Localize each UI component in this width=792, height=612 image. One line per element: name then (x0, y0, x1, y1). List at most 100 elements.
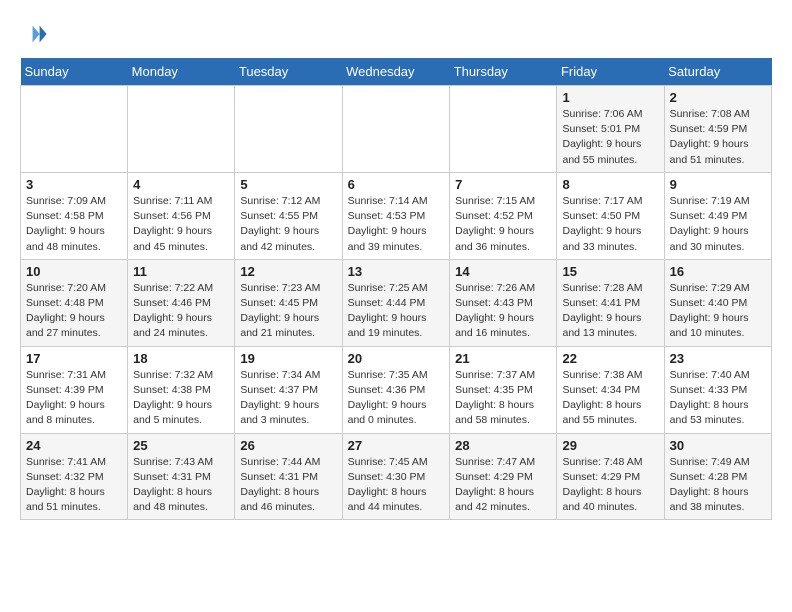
day-info: Sunrise: 7:35 AM Sunset: 4:36 PM Dayligh… (348, 368, 445, 429)
day-info: Sunrise: 7:40 AM Sunset: 4:33 PM Dayligh… (670, 368, 766, 429)
day-info: Sunrise: 7:19 AM Sunset: 4:49 PM Dayligh… (670, 194, 766, 255)
day-number: 26 (240, 438, 336, 453)
day-info: Sunrise: 7:34 AM Sunset: 4:37 PM Dayligh… (240, 368, 336, 429)
day-info: Sunrise: 7:49 AM Sunset: 4:28 PM Dayligh… (670, 455, 766, 516)
day-number: 2 (670, 90, 766, 105)
calendar-body: 1 Sunrise: 7:06 AM Sunset: 5:01 PM Daylig… (21, 86, 772, 520)
day-cell: 12Sunrise: 7:23 AM Sunset: 4:45 PM Dayli… (235, 259, 342, 346)
day-header-tuesday: Tuesday (235, 58, 342, 86)
day-info: Sunrise: 7:11 AM Sunset: 4:56 PM Dayligh… (133, 194, 229, 255)
day-number: 17 (26, 351, 122, 366)
day-info: Sunrise: 7:17 AM Sunset: 4:50 PM Dayligh… (562, 194, 658, 255)
day-cell: 2 Sunrise: 7:08 AM Sunset: 4:59 PM Daylig… (664, 86, 771, 173)
day-number: 3 (26, 177, 122, 192)
day-cell: 19 Sunrise: 7:34 AM Sunset: 4:37 PM Dayli… (235, 346, 342, 433)
day-cell: 8 Sunrise: 7:17 AM Sunset: 4:50 PM Daylig… (557, 172, 664, 259)
day-info: Sunrise: 7:31 AM Sunset: 4:39 PM Dayligh… (26, 368, 122, 429)
day-cell: 21 Sunrise: 7:37 AM Sunset: 4:35 PM Dayli… (450, 346, 557, 433)
day-number: 29 (562, 438, 658, 453)
day-info: Sunrise: 7:43 AM Sunset: 4:31 PM Dayligh… (133, 455, 229, 516)
day-info: Sunrise: 7:38 AM Sunset: 4:34 PM Dayligh… (562, 368, 658, 429)
day-number: 10 (26, 264, 122, 279)
day-cell: 25 Sunrise: 7:43 AM Sunset: 4:31 PM Dayli… (128, 433, 235, 520)
day-cell (235, 86, 342, 173)
day-info: Sunrise: 7:15 AM Sunset: 4:52 PM Dayligh… (455, 194, 551, 255)
day-cell: 23 Sunrise: 7:40 AM Sunset: 4:33 PM Dayli… (664, 346, 771, 433)
day-cell: 1 Sunrise: 7:06 AM Sunset: 5:01 PM Daylig… (557, 86, 664, 173)
day-info: Sunrise: 7:25 AM Sunset: 4:44 PM Dayligh… (348, 281, 445, 342)
week-row-2: 10 Sunrise: 7:20 AM Sunset: 4:48 PM Dayli… (21, 259, 772, 346)
day-header-thursday: Thursday (450, 58, 557, 86)
day-cell: 5 Sunrise: 7:12 AM Sunset: 4:55 PM Daylig… (235, 172, 342, 259)
day-info: Sunrise: 7:09 AM Sunset: 4:58 PM Dayligh… (26, 194, 122, 255)
day-info: Sunrise: 7:44 AM Sunset: 4:31 PM Dayligh… (240, 455, 336, 516)
day-header-sunday: Sunday (21, 58, 128, 86)
day-number: 19 (240, 351, 336, 366)
day-info: Sunrise: 7:12 AM Sunset: 4:55 PM Dayligh… (240, 194, 336, 255)
header (20, 20, 772, 48)
day-info: Sunrise: 7:22 AM Sunset: 4:46 PM Dayligh… (133, 281, 229, 342)
day-cell: 22 Sunrise: 7:38 AM Sunset: 4:34 PM Dayli… (557, 346, 664, 433)
week-row-0: 1 Sunrise: 7:06 AM Sunset: 5:01 PM Daylig… (21, 86, 772, 173)
header-row: SundayMondayTuesdayWednesdayThursdayFrid… (21, 58, 772, 86)
calendar-header: SundayMondayTuesdayWednesdayThursdayFrid… (21, 58, 772, 86)
day-info: Sunrise: 7:32 AM Sunset: 4:38 PM Dayligh… (133, 368, 229, 429)
day-number: 16 (670, 264, 766, 279)
day-cell: 16 Sunrise: 7:29 AM Sunset: 4:40 PM Dayli… (664, 259, 771, 346)
day-number: 30 (670, 438, 766, 453)
day-number: 5 (240, 177, 336, 192)
day-cell: 4 Sunrise: 7:11 AM Sunset: 4:56 PM Daylig… (128, 172, 235, 259)
day-header-friday: Friday (557, 58, 664, 86)
day-cell: 9 Sunrise: 7:19 AM Sunset: 4:49 PM Daylig… (664, 172, 771, 259)
day-cell: 10 Sunrise: 7:20 AM Sunset: 4:48 PM Dayli… (21, 259, 128, 346)
day-info: Sunrise: 7:28 AM Sunset: 4:41 PM Dayligh… (562, 281, 658, 342)
day-number: 18 (133, 351, 229, 366)
day-number: 21 (455, 351, 551, 366)
day-number: 9 (670, 177, 766, 192)
day-header-wednesday: Wednesday (342, 58, 450, 86)
day-cell: 14Sunrise: 7:26 AM Sunset: 4:43 PM Dayli… (450, 259, 557, 346)
day-number: 22 (562, 351, 658, 366)
day-number: 4 (133, 177, 229, 192)
day-info: Sunrise: 7:20 AM Sunset: 4:48 PM Dayligh… (26, 281, 122, 342)
day-info: Sunrise: 7:23 AM Sunset: 4:45 PM Dayligh… (240, 281, 336, 342)
day-info: Sunrise: 7:48 AM Sunset: 4:29 PM Dayligh… (562, 455, 658, 516)
day-cell: 30 Sunrise: 7:49 AM Sunset: 4:28 PM Dayli… (664, 433, 771, 520)
day-number: 8 (562, 177, 658, 192)
day-info: Sunrise: 7:06 AM Sunset: 5:01 PM Dayligh… (562, 107, 658, 168)
day-cell: 20Sunrise: 7:35 AM Sunset: 4:36 PM Dayli… (342, 346, 450, 433)
day-number: 7 (455, 177, 551, 192)
day-info: Sunrise: 7:08 AM Sunset: 4:59 PM Dayligh… (670, 107, 766, 168)
day-number: 6 (348, 177, 445, 192)
day-header-saturday: Saturday (664, 58, 771, 86)
day-number: 1 (562, 90, 658, 105)
day-number: 25 (133, 438, 229, 453)
day-cell: 7 Sunrise: 7:15 AM Sunset: 4:52 PM Daylig… (450, 172, 557, 259)
day-cell: 24 Sunrise: 7:41 AM Sunset: 4:32 PM Dayli… (21, 433, 128, 520)
day-info: Sunrise: 7:47 AM Sunset: 4:29 PM Dayligh… (455, 455, 551, 516)
day-number: 23 (670, 351, 766, 366)
day-cell: 13 Sunrise: 7:25 AM Sunset: 4:44 PM Dayli… (342, 259, 450, 346)
week-row-1: 3 Sunrise: 7:09 AM Sunset: 4:58 PM Daylig… (21, 172, 772, 259)
day-cell: 6 Sunrise: 7:14 AM Sunset: 4:53 PM Daylig… (342, 172, 450, 259)
week-row-4: 24 Sunrise: 7:41 AM Sunset: 4:32 PM Dayli… (21, 433, 772, 520)
day-cell: 15Sunrise: 7:28 AM Sunset: 4:41 PM Dayli… (557, 259, 664, 346)
day-number: 14 (455, 264, 551, 279)
day-cell (342, 86, 450, 173)
day-info: Sunrise: 7:14 AM Sunset: 4:53 PM Dayligh… (348, 194, 445, 255)
day-cell (128, 86, 235, 173)
day-cell: 28 Sunrise: 7:47 AM Sunset: 4:29 PM Dayli… (450, 433, 557, 520)
day-info: Sunrise: 7:37 AM Sunset: 4:35 PM Dayligh… (455, 368, 551, 429)
day-number: 24 (26, 438, 122, 453)
day-cell: 26 Sunrise: 7:44 AM Sunset: 4:31 PM Dayli… (235, 433, 342, 520)
day-cell (450, 86, 557, 173)
day-info: Sunrise: 7:29 AM Sunset: 4:40 PM Dayligh… (670, 281, 766, 342)
day-cell: 29 Sunrise: 7:48 AM Sunset: 4:29 PM Dayli… (557, 433, 664, 520)
day-number: 28 (455, 438, 551, 453)
day-number: 13 (348, 264, 445, 279)
calendar-table: SundayMondayTuesdayWednesdayThursdayFrid… (20, 58, 772, 520)
day-cell: 27Sunrise: 7:45 AM Sunset: 4:30 PM Dayli… (342, 433, 450, 520)
week-row-3: 17 Sunrise: 7:31 AM Sunset: 4:39 PM Dayli… (21, 346, 772, 433)
day-number: 27 (348, 438, 445, 453)
day-info: Sunrise: 7:41 AM Sunset: 4:32 PM Dayligh… (26, 455, 122, 516)
